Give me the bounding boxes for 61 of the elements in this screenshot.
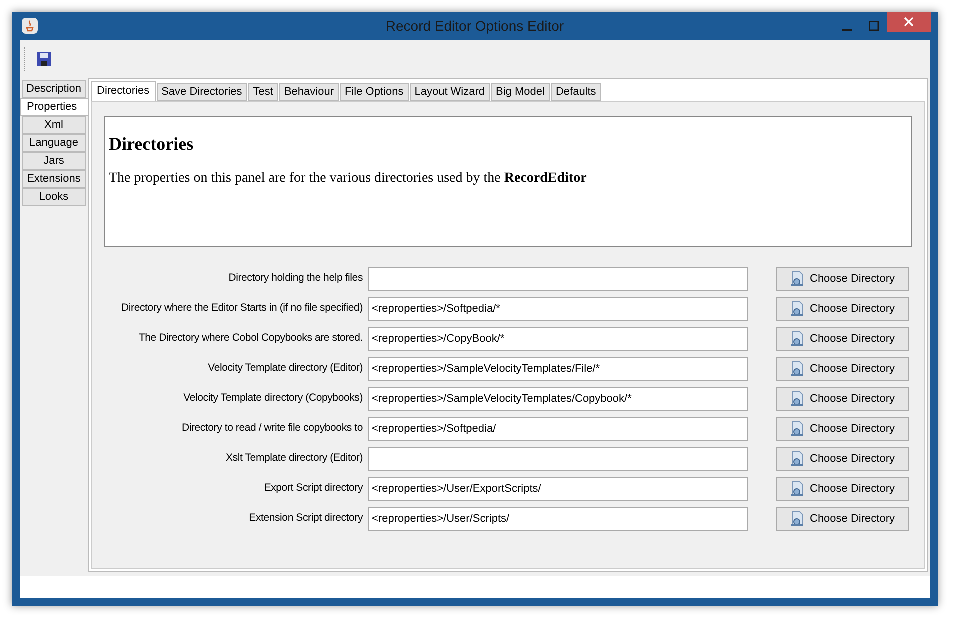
directory-field[interactable]: <reproperties>/CopyBook/* <box>368 327 748 351</box>
choose-directory-button[interactable]: Choose Directory <box>776 327 909 351</box>
choose-directory-button[interactable]: Choose Directory <box>776 357 909 381</box>
side-tab[interactable]: Properties <box>20 98 88 116</box>
directory-field[interactable]: <reproperties>/SampleVelocityTemplates/Copybook/* <box>368 387 748 411</box>
choose-directory-button[interactable]: Choose Directory <box>776 297 909 321</box>
save-icon <box>37 52 51 66</box>
directory-field[interactable]: <reproperties>/User/ExportScripts/ <box>368 477 748 501</box>
side-tab[interactable]: Language <box>22 134 86 152</box>
folder-search-icon <box>790 421 806 437</box>
folder-search-icon <box>790 451 806 467</box>
choose-directory-button[interactable]: Choose Directory <box>776 507 909 531</box>
folder-search-icon <box>790 391 806 407</box>
choose-directory-button[interactable]: Choose Directory <box>776 477 909 501</box>
field-label: Directory where the Editor Starts in (if no file specified) <box>120 301 364 316</box>
app-icon <box>22 18 38 34</box>
help-text: The properties on this panel are for the various directories used by the RecordEditor <box>109 170 588 188</box>
side-tab[interactable]: Jars <box>22 152 86 170</box>
side-tab[interactable]: Looks <box>22 188 86 206</box>
tab[interactable]: File Options <box>340 83 409 101</box>
choose-directory-button[interactable]: Choose Directory <box>776 447 909 471</box>
field-label: Xslt Template directory (Editor) <box>225 451 364 466</box>
tab[interactable]: Big Model <box>491 83 550 101</box>
tab[interactable]: Defaults <box>550 83 602 101</box>
maximize-icon <box>869 21 879 31</box>
tab[interactable]: Layout Wizard <box>410 83 490 101</box>
directory-field[interactable]: <reproperties>/Softpedia/* <box>368 297 748 321</box>
minimize-icon <box>842 29 852 31</box>
close-button[interactable] <box>887 12 931 32</box>
field-label: Extension Script directory <box>248 511 364 526</box>
folder-search-icon <box>790 481 806 497</box>
field-label: Directory to read / write file copybooks to <box>180 421 364 436</box>
directory-field[interactable] <box>368 267 748 291</box>
folder-search-icon <box>790 511 806 527</box>
tab[interactable]: Behaviour <box>279 83 340 101</box>
directory-field[interactable]: <reproperties>/User/Scripts/ <box>368 507 748 531</box>
folder-search-icon <box>790 301 806 317</box>
field-label: Directory holding the help files <box>228 271 364 286</box>
tab[interactable]: Directories <box>91 81 156 101</box>
side-tab[interactable]: Description <box>22 80 86 98</box>
choose-directory-button[interactable]: Choose Directory <box>776 417 909 441</box>
folder-search-icon <box>790 361 806 377</box>
directory-field[interactable] <box>368 447 748 471</box>
field-label: Velocity Template directory (Copybooks) <box>182 391 364 406</box>
folder-search-icon <box>790 331 806 347</box>
folder-search-icon <box>790 271 806 287</box>
field-label: Velocity Template directory (Editor) <box>207 361 364 376</box>
choose-directory-button[interactable]: Choose Directory <box>776 267 909 291</box>
tab[interactable]: Test <box>248 83 278 101</box>
close-icon <box>904 17 914 27</box>
help-heading: Directories <box>109 133 195 156</box>
directory-field[interactable]: <reproperties>/SampleVelocityTemplates/File/* <box>368 357 748 381</box>
window-title: Record Editor Options Editor <box>384 16 566 36</box>
side-tab[interactable]: Extensions <box>22 170 86 188</box>
choose-directory-button[interactable]: Choose Directory <box>776 387 909 411</box>
save-button[interactable] <box>34 49 54 69</box>
side-tab[interactable]: Xml <box>22 116 86 134</box>
tab[interactable]: Save Directories <box>156 83 248 101</box>
directory-field[interactable]: <reproperties>/Softpedia/ <box>368 417 748 441</box>
field-label: The Directory where Cobol Copybooks are stored. <box>138 331 364 346</box>
field-label: Export Script directory <box>263 481 364 496</box>
